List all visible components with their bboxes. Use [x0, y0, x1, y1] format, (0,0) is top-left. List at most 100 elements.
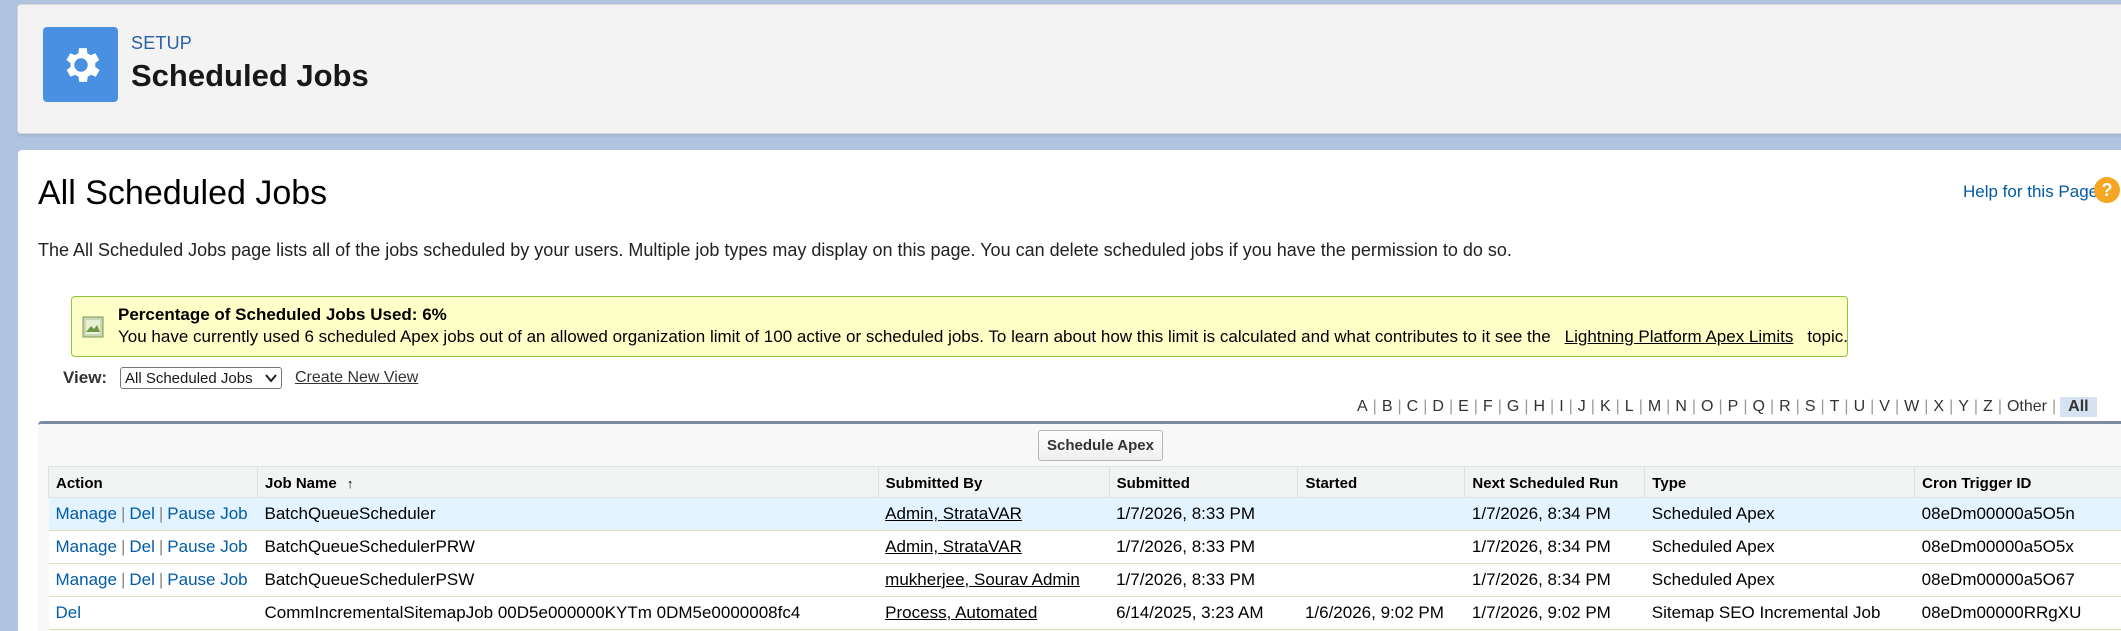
col-action: Action [48, 466, 258, 498]
help-icon[interactable]: ? [2094, 177, 2120, 203]
alpha-filter-w[interactable]: W [1899, 398, 1924, 416]
col-next-run[interactable]: Next Scheduled Run [1464, 466, 1646, 498]
usage-title: Percentage of Scheduled Jobs Used: 6% [118, 305, 447, 324]
pause-job-link[interactable]: Pause Job [167, 504, 247, 523]
delete-link[interactable]: Del [56, 603, 82, 622]
pause-job-link[interactable]: Pause Job [167, 537, 247, 556]
alpha-filter-z[interactable]: Z [1978, 398, 1998, 416]
schedule-apex-button[interactable]: Schedule Apex [1038, 430, 1163, 461]
alpha-filter-x[interactable]: X [1928, 398, 1949, 416]
started-cell [1297, 563, 1465, 597]
alpha-filter-v[interactable]: V [1874, 398, 1895, 416]
setup-label: SETUP [131, 33, 193, 53]
cron-id-cell: 08eDm00000RRgXU [1914, 596, 2121, 630]
job-name-cell: BatchQueueSchedulerPSW [257, 563, 879, 597]
alpha-filter-h[interactable]: H [1528, 398, 1550, 416]
pause-job-link[interactable]: Pause Job [167, 570, 247, 589]
setup-gear-tile [43, 27, 118, 102]
alpha-filter-s[interactable]: S [1800, 398, 1821, 416]
alpha-filter-b[interactable]: B [1377, 398, 1398, 416]
alpha-filter-j[interactable]: J [1573, 398, 1591, 416]
alpha-filter-g[interactable]: G [1502, 398, 1524, 416]
delete-link[interactable]: Del [129, 570, 155, 589]
alpha-filter-c[interactable]: C [1402, 398, 1424, 416]
row-actions: Manage | Del | Pause Job [48, 497, 258, 531]
delete-link[interactable]: Del [129, 504, 155, 523]
action-separator: | [120, 537, 126, 556]
delete-link[interactable]: Del [129, 537, 155, 556]
col-type[interactable]: Type [1644, 466, 1916, 498]
alpha-filter-i[interactable]: I [1554, 398, 1568, 416]
started-cell [1297, 530, 1465, 564]
action-separator: | [158, 570, 164, 589]
col-submitted-by[interactable]: Submitted By [877, 466, 1110, 498]
alpha-filter-d[interactable]: D [1427, 398, 1449, 416]
next-run-cell: 1/7/2026, 9:02 PM [1464, 596, 1645, 630]
alpha-filter-m[interactable]: M [1643, 398, 1666, 416]
alpha-filter-k[interactable]: K [1595, 398, 1616, 416]
action-separator: | [158, 504, 164, 523]
alpha-filter-y[interactable]: Y [1953, 398, 1974, 416]
submitted-by-link[interactable]: Process, Automated [885, 603, 1037, 622]
alpha-filter-l[interactable]: L [1620, 398, 1639, 416]
col-started[interactable]: Started [1297, 466, 1466, 498]
usage-text: You have currently used 6 scheduled Apex… [118, 327, 1848, 347]
submitted-by-cell: mukherjee, Sourav Admin [878, 563, 1110, 597]
main-panel: All Scheduled Jobs Help for this Page ? … [18, 150, 2121, 631]
type-cell: Scheduled Apex [1644, 563, 1915, 597]
alpha-filter-a[interactable]: A [1352, 398, 1373, 416]
submitted-by-cell: Admin, StrataVAR [878, 497, 1110, 531]
table-row: Manage | Del | Pause Job BatchQueueScheduler… [48, 497, 2121, 531]
submitted-cell: 1/7/2026, 8:33 PM [1109, 497, 1298, 531]
help-link[interactable]: Help for this Page [1963, 182, 2098, 202]
next-run-cell: 1/7/2026, 8:34 PM [1464, 563, 1645, 597]
next-run-cell: 1/7/2026, 8:34 PM [1464, 530, 1645, 564]
view-select[interactable]: All Scheduled Jobs [120, 367, 282, 389]
col-cron-id[interactable]: Cron Trigger ID [1914, 466, 2121, 498]
job-name-cell: BatchQueueSchedulerPRW [257, 530, 879, 564]
started-cell [1297, 497, 1465, 531]
alpha-filter-all[interactable]: All [2060, 397, 2097, 417]
started-cell: 1/6/2026, 9:02 PM [1297, 596, 1465, 630]
action-separator: | [120, 570, 126, 589]
alpha-filter-o[interactable]: O [1696, 398, 1718, 416]
usage-text-before: You have currently used 6 scheduled Apex… [118, 327, 1551, 346]
table-row: Manage | Del | Pause Job BatchQueueScheduler… [48, 530, 2121, 564]
row-actions: Del [48, 596, 258, 630]
alpha-filter-f[interactable]: F [1478, 398, 1498, 416]
col-job-name-label: Job Name [264, 474, 337, 492]
next-run-cell: 1/7/2026, 8:34 PM [1464, 497, 1645, 531]
job-name-cell: BatchQueueScheduler [257, 497, 879, 531]
type-cell: Sitemap SEO Incremental Job [1644, 596, 1915, 630]
submitted-by-link[interactable]: mukherjee, Sourav Admin [885, 570, 1080, 589]
chevron-down-icon [265, 374, 277, 383]
alpha-filter-p[interactable]: P [1723, 398, 1744, 416]
col-job-name[interactable]: Job Name ↑ [256, 466, 879, 498]
alpha-filter-r[interactable]: R [1774, 398, 1796, 416]
alpha-filter-u[interactable]: U [1849, 398, 1871, 416]
manage-link[interactable]: Manage [56, 537, 117, 556]
alpha-filter-t[interactable]: T [1825, 398, 1845, 416]
view-label: View: [63, 368, 108, 387]
table-header-row: Action Job Name ↑ Submitted By Submitted… [48, 466, 2121, 498]
type-cell: Scheduled Apex [1644, 530, 1915, 564]
create-new-view-link[interactable]: Create New View [295, 369, 418, 387]
submitted-cell: 6/14/2025, 3:23 AM [1109, 596, 1298, 630]
table-row: Manage | Del | Pause Job BatchQueueScheduler… [48, 563, 2121, 597]
col-submitted[interactable]: Submitted [1108, 466, 1299, 498]
cron-id-cell: 08eDm00000a5O5n [1914, 497, 2121, 531]
scheduled-jobs-table: Action Job Name ↑ Submitted By Submitted… [48, 466, 2121, 630]
view-select-value: All Scheduled Jobs [125, 369, 253, 387]
alpha-filter-n[interactable]: N [1670, 398, 1692, 416]
alpha-filter-e[interactable]: E [1453, 398, 1474, 416]
apex-limits-link[interactable]: Lightning Platform Apex Limits [1565, 327, 1794, 346]
submitted-by-link[interactable]: Admin, StrataVAR [885, 537, 1022, 556]
action-separator: | [120, 504, 126, 523]
submitted-by-link[interactable]: Admin, StrataVAR [885, 504, 1022, 523]
alpha-filter-other[interactable]: Other [2002, 398, 2052, 416]
manage-link[interactable]: Manage [56, 570, 117, 589]
page-header-title: Scheduled Jobs [131, 58, 369, 93]
alpha-filter-q[interactable]: Q [1747, 398, 1769, 416]
submitted-by-cell: Process, Automated [878, 596, 1110, 630]
manage-link[interactable]: Manage [56, 504, 117, 523]
